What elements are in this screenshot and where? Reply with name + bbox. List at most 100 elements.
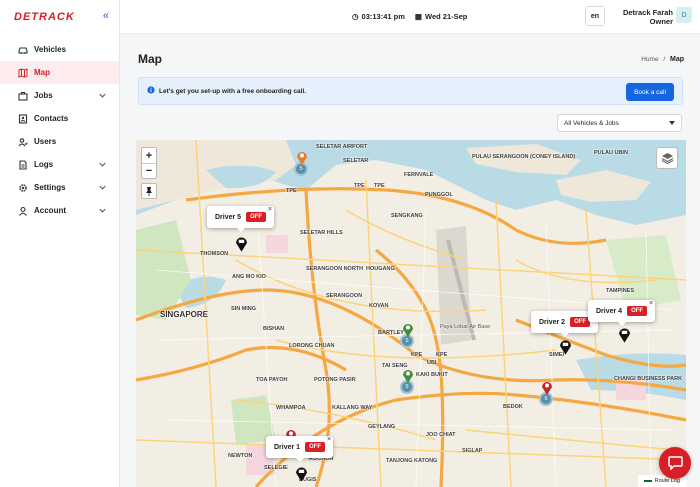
chat-button[interactable] (659, 447, 691, 479)
caret-down-icon (669, 121, 675, 125)
user-name: Detrack Farah (622, 8, 673, 17)
sidebar-item-label: Vehicles (34, 45, 67, 54)
job-marker-icon[interactable] (402, 368, 414, 383)
map-label: WHAMPOA (276, 405, 306, 411)
map-label: KAKI BUKIT (416, 372, 448, 378)
sidebar-item-users[interactable]: Users (0, 130, 119, 153)
driver-status-badge: OFF (627, 306, 648, 316)
date-group: ▦ Wed 21-Sep (415, 12, 467, 21)
map-label: LORONG CHUAN (289, 343, 335, 349)
close-icon[interactable]: × (649, 300, 653, 307)
close-icon[interactable]: × (327, 436, 331, 443)
driver-marker-icon[interactable] (295, 465, 308, 482)
top-header: ◷ 03:13:41 pm ▦ Wed 21-Sep en Detrack Fara… (120, 0, 700, 34)
user-info[interactable]: Detrack Farah Owner (610, 8, 673, 26)
book-a-call-button[interactable]: Book a call (626, 83, 674, 101)
vehicle-job-filter-select[interactable]: All Vehicles & Jobs (557, 114, 682, 132)
pin-icon (146, 186, 152, 196)
map-label: PULAU UBIN (594, 150, 628, 156)
sidebar-item-label: Jobs (34, 91, 53, 100)
driver-name: Driver 2 (539, 318, 566, 326)
zoom-control: + − (141, 147, 157, 179)
map-label: SELEGIE (264, 465, 288, 471)
map-label: PULAU SERANGOON (CONEY ISLAND) (472, 154, 576, 160)
driver-marker-icon[interactable] (559, 338, 572, 355)
map-label: CHANGI BUSINESS PARK (614, 376, 683, 382)
chat-icon (667, 456, 683, 470)
map-label: BARTLEY (378, 330, 404, 336)
sidebar-item-label: Logs (34, 160, 54, 169)
driver-popup: Driver 4 OFF × (588, 300, 656, 326)
sidebar-item-label: Account (34, 206, 66, 215)
sidebar-item-contacts[interactable]: Contacts (0, 107, 119, 130)
driver-marker-icon[interactable] (618, 326, 631, 343)
driver-popup: Driver 1 OFF × (266, 436, 334, 462)
job-marker-icon[interactable] (296, 150, 308, 165)
map-label: SIGLAP (462, 448, 483, 454)
breadcrumb-home[interactable]: Home (641, 56, 658, 63)
map-icon (18, 67, 28, 78)
collapse-sidebar-icon[interactable]: « (103, 10, 109, 22)
map-label: PUNGGOL (425, 192, 453, 198)
driver-status-badge: OFF (305, 442, 326, 452)
map-label: BISHAN (263, 326, 285, 332)
sidebar-item-label: Users (34, 137, 57, 146)
filter-selected-value: All Vehicles & Jobs (564, 119, 619, 127)
zoom-out-button[interactable]: − (142, 163, 156, 178)
chevron-down-icon (99, 162, 106, 167)
job-marker-icon[interactable] (402, 322, 414, 337)
close-icon[interactable]: × (268, 206, 272, 213)
zoom-in-button[interactable]: + (142, 148, 156, 163)
layers-icon (661, 153, 673, 164)
sidebar: DETRACK « Vehicles Map Jobs Contacts Use… (0, 0, 120, 487)
car-icon (18, 45, 28, 55)
map-canvas[interactable]: SELETAR AIRPORT SELETAR FERNVALE PUNGGOL… (136, 140, 686, 487)
briefcase-icon (18, 91, 28, 101)
map-label: TOA PAYOH (256, 377, 288, 383)
clock-icon: ◷ (352, 12, 359, 21)
sidebar-item-map[interactable]: Map (0, 61, 119, 84)
sidebar-item-settings[interactable]: Settings (0, 176, 119, 199)
main-content: Map Home / Map Let's get you set-up with… (120, 34, 700, 487)
map-label: Paya Lebar Air Base (440, 324, 491, 330)
driver-status-badge: OFF (246, 212, 267, 222)
datetime: ◷ 03:13:41 pm ▦ Wed 21-Sep (352, 12, 467, 21)
map-label: SELETAR (343, 158, 369, 164)
driver-marker-icon[interactable] (235, 235, 248, 252)
map-label: SIN MING (231, 306, 257, 312)
job-marker-icon[interactable] (541, 380, 553, 395)
log-icon (18, 159, 28, 170)
breadcrumb: Home / Map (641, 56, 684, 63)
map-label: SERANGOON (326, 293, 363, 299)
map-label: SELETAR AIRPORT (316, 144, 368, 150)
sidebar-item-jobs[interactable]: Jobs (0, 84, 119, 107)
breadcrumb-separator: / (663, 56, 666, 63)
sidebar-item-label: Map (34, 68, 50, 77)
user-role: Owner (649, 17, 673, 26)
sidebar-item-logs[interactable]: Logs (0, 153, 119, 176)
layers-button[interactable] (656, 147, 678, 169)
avatar[interactable]: D (676, 7, 692, 23)
map-label: NEWTON (228, 453, 253, 459)
map-label: KOVAN (369, 303, 389, 309)
map-label: TAMPINES (606, 288, 635, 294)
calendar-icon: ▦ (414, 12, 422, 21)
chevron-down-icon (99, 185, 106, 190)
map-label: THOMSON (200, 251, 229, 257)
map-label: UBI (427, 360, 437, 366)
driver-name: Driver 5 (215, 213, 242, 221)
chevron-down-icon (99, 93, 106, 98)
sidebar-item-vehicles[interactable]: Vehicles (0, 38, 119, 61)
driver-popup: Driver 5 OFF × (207, 206, 275, 232)
logo[interactable]: DETRACK « (0, 0, 119, 34)
pin-button[interactable] (141, 183, 157, 199)
info-icon (147, 86, 155, 96)
banner-text: Let's get you set-up with a free onboard… (159, 87, 307, 95)
current-time: 03:13:41 pm (361, 12, 405, 21)
map-label: FERNVALE (404, 172, 434, 178)
gear-icon (18, 183, 28, 193)
sidebar-item-account[interactable]: Account (0, 199, 119, 222)
language-button[interactable]: en (585, 6, 605, 26)
map-label: KALLANG WAY (332, 405, 373, 411)
sidebar-nav: Vehicles Map Jobs Contacts Users Logs Se… (0, 38, 119, 222)
